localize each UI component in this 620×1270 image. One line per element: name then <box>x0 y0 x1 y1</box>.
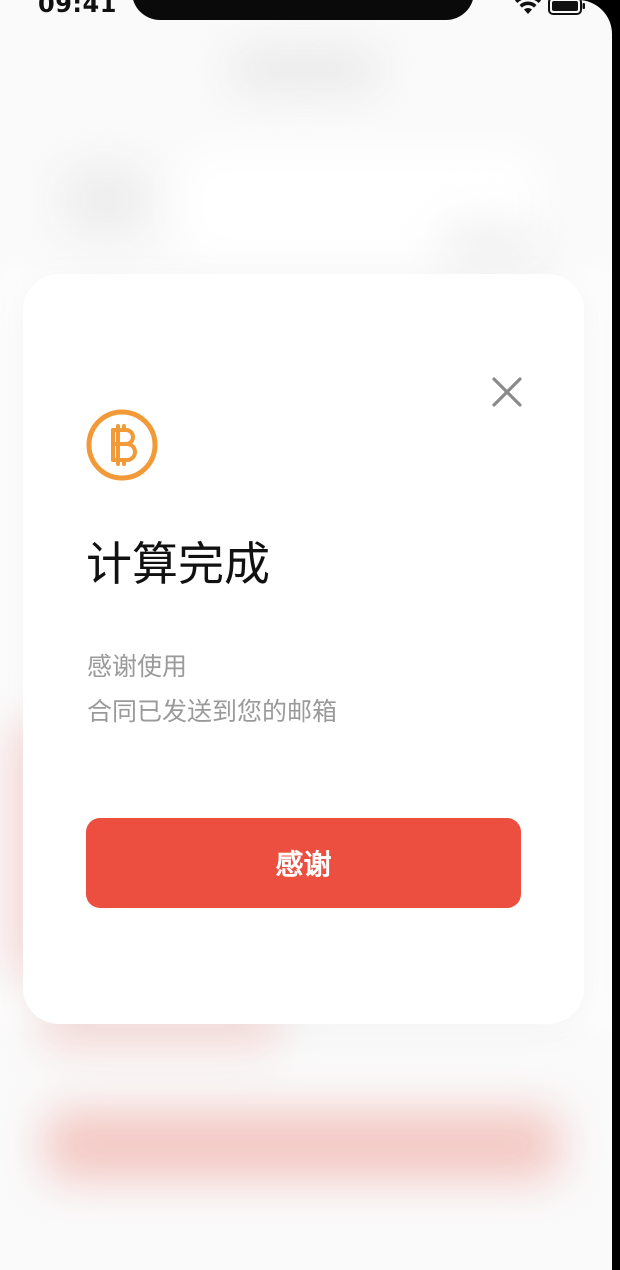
thanks-button[interactable]: 感谢 <box>86 818 521 908</box>
completion-dialog: 计算完成 感谢使用 合同已发送到您的邮箱 感谢 <box>23 274 584 1024</box>
status-time: 09:41 <box>38 0 117 18</box>
thanks-button-label: 感谢 <box>275 848 332 881</box>
background-header-blur <box>230 50 380 90</box>
notch <box>132 0 474 20</box>
dialog-message-line1: 感谢使用 <box>87 652 188 681</box>
close-button[interactable] <box>489 374 525 410</box>
wifi-icon <box>515 0 541 14</box>
bitcoin-coin-icon <box>86 409 158 481</box>
background-button-blur <box>45 1110 560 1180</box>
background-avatar-blur <box>60 165 150 235</box>
battery-icon <box>548 0 585 15</box>
close-icon <box>492 377 522 407</box>
dialog-title: 计算完成 <box>86 537 270 591</box>
background-element-blur <box>440 225 540 265</box>
phone-screen: 09:41 计算完成 感谢使用 合同已发送到您的邮箱 感谢 <box>0 0 612 1270</box>
dialog-message-line2: 合同已发送到您的邮箱 <box>87 697 338 726</box>
